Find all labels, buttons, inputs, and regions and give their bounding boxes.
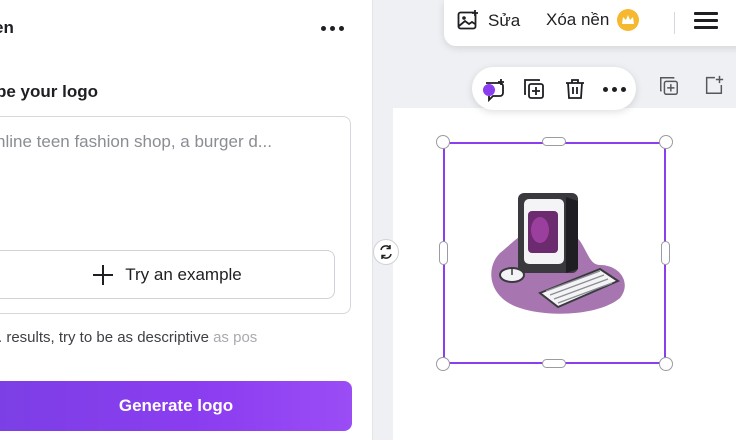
prompt-placeholder: nline teen fashion shop, a burger d... <box>0 132 272 151</box>
generate-logo-button[interactable]: Generate logo <box>0 381 352 431</box>
crown-icon <box>617 9 640 31</box>
duplicate-page-button[interactable] <box>656 73 682 99</box>
edit-label: Sửa <box>488 11 521 30</box>
remove-background-label: Xóa nền <box>546 10 610 29</box>
add-page-button[interactable] <box>701 72 727 98</box>
try-example-label: Try an example <box>125 264 242 284</box>
trash-icon <box>566 79 584 99</box>
describe-logo-label: be your logo <box>0 82 98 101</box>
panel-more-button[interactable] <box>318 14 346 42</box>
delete-button[interactable] <box>561 75 589 103</box>
generate-logo-label: Generate logo <box>118 396 234 415</box>
resize-handle-top-right[interactable] <box>659 135 673 149</box>
image-toolbar: Sửa Xóa nền <box>444 0 736 46</box>
edit-image-icon <box>457 10 478 30</box>
try-example-button[interactable]: Try an example <box>0 250 335 299</box>
rotate-button[interactable] <box>373 239 399 265</box>
resize-handle-top-left[interactable] <box>436 135 450 149</box>
plus-icon <box>93 264 114 285</box>
panel-title: en <box>0 18 14 37</box>
resize-handle-right[interactable] <box>661 241 670 265</box>
duplicate-button[interactable] <box>520 75 548 103</box>
more-icon <box>602 86 626 92</box>
description-hint: . results, try to be as descriptive as p… <box>0 329 257 346</box>
rotate-icon <box>380 245 392 259</box>
resize-handle-bottom-right[interactable] <box>659 357 673 371</box>
add-comment-icon <box>483 79 504 103</box>
more-options-button[interactable] <box>600 75 628 103</box>
resize-handle-bottom[interactable] <box>542 359 566 368</box>
more-dots-icon <box>320 25 344 31</box>
element-floating-toolbar <box>472 67 636 110</box>
duplicate-page-icon <box>660 77 678 95</box>
resize-handle-left[interactable] <box>439 241 448 265</box>
hamburger-menu-icon[interactable] <box>694 12 718 32</box>
add-comment-button[interactable] <box>480 75 508 103</box>
add-page-icon <box>705 75 724 94</box>
toolbar-separator <box>674 12 675 34</box>
remove-background-button[interactable]: Xóa nền <box>546 9 640 31</box>
logo-generator-panel: en be your logo nline teen fashion shop,… <box>0 0 372 440</box>
edit-image-button[interactable]: Sửa <box>456 9 520 33</box>
hint-text-faded: as pos <box>208 329 258 346</box>
duplicate-icon <box>524 79 544 99</box>
hint-text: . results, try to be as descriptive <box>0 329 209 346</box>
selection-box[interactable] <box>443 142 666 364</box>
resize-handle-top[interactable] <box>542 137 566 146</box>
resize-handle-bottom-left[interactable] <box>436 357 450 371</box>
